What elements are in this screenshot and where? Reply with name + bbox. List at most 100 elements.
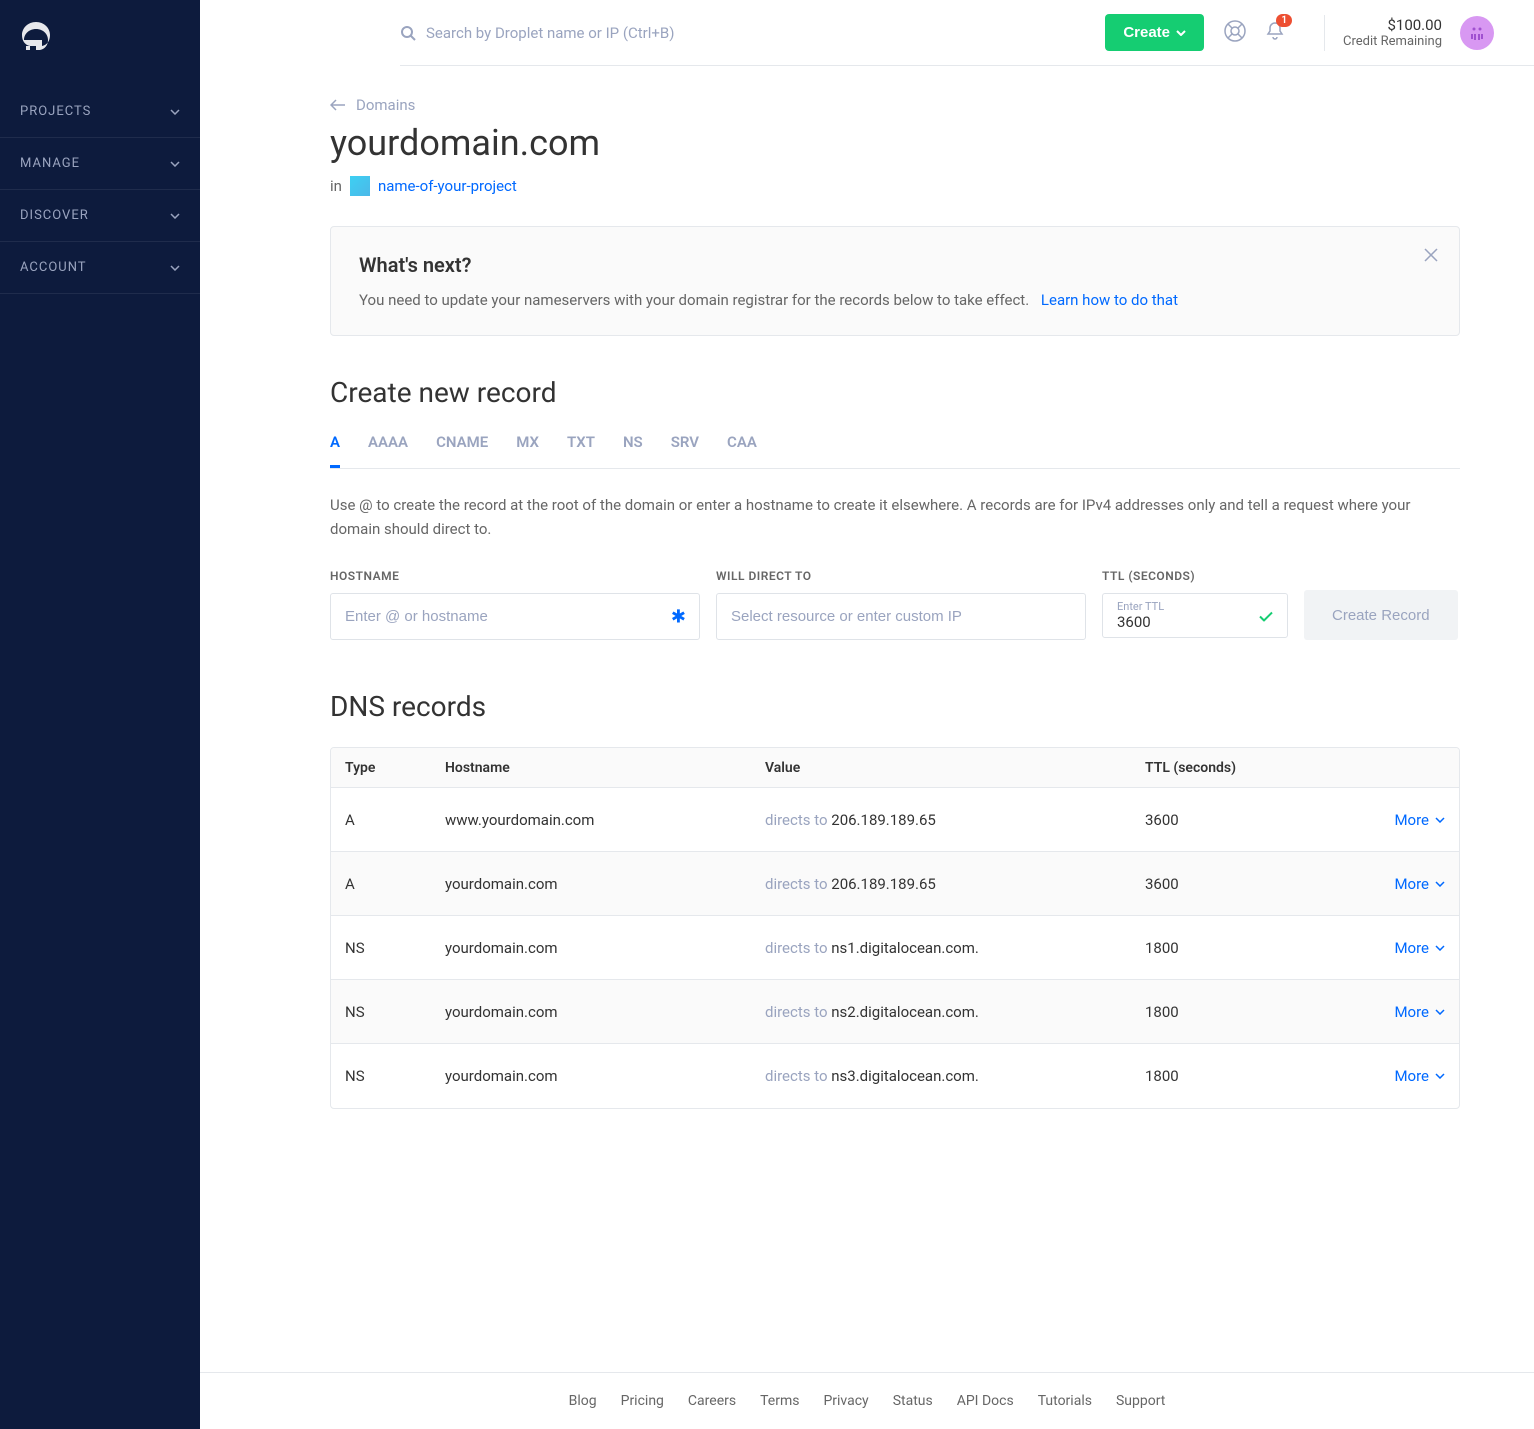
create-button[interactable]: Create [1105,14,1204,51]
chevron-down-icon [1435,817,1445,823]
direct-input[interactable] [716,593,1086,640]
asterisk-icon: ✱ [671,606,686,627]
more-button[interactable]: More [1345,875,1445,893]
notification-badge: 1 [1276,14,1292,27]
footer-link-careers[interactable]: Careers [688,1393,736,1409]
col-type: Type [345,760,445,776]
cell-ttl: 1800 [1145,939,1345,957]
tab-srv[interactable]: SRV [671,433,699,468]
breadcrumb[interactable]: Domains [330,96,1460,114]
direct-label: WILL DIRECT TO [716,569,1086,583]
cell-type: NS [345,1067,445,1085]
search-icon [400,25,416,41]
sidebar-item-projects[interactable]: PROJECTS [0,86,200,137]
sidebar-item-label: MANAGE [20,156,80,171]
col-hostname: Hostname [445,760,765,776]
cell-ttl: 3600 [1145,811,1345,829]
sidebar-item-label: PROJECTS [20,104,91,119]
sidebar-item-label: ACCOUNT [20,260,87,275]
sidebar-item-label: DISCOVER [20,208,89,223]
footer-link-tutorials[interactable]: Tutorials [1038,1393,1092,1409]
info-heading: What's next? [359,253,1431,277]
more-button[interactable]: More [1345,1067,1445,1085]
arrow-left-icon [330,99,346,111]
tab-a[interactable]: A [330,433,340,468]
info-box: What's next? You need to update your nam… [330,226,1460,336]
footer-link-api-docs[interactable]: API Docs [957,1393,1014,1409]
dns-records-title: DNS records [330,690,1460,723]
credit-display: $100.00 Credit Remaining [1343,16,1442,49]
ttl-label: TTL (SECONDS) [1102,569,1288,583]
tab-aaaa[interactable]: AAAA [368,433,408,468]
cell-type: A [345,875,445,893]
info-link[interactable]: Learn how to do that [1041,291,1178,309]
cell-ttl: 1800 [1145,1003,1345,1021]
cell-ttl: 3600 [1145,875,1345,893]
table-row: NSyourdomain.comdirects to ns2.digitaloc… [331,980,1459,1044]
search-input[interactable]: Search by Droplet name or IP (Ctrl+B) [400,24,1105,42]
credit-label: Credit Remaining [1343,34,1442,49]
info-text: You need to update your nameservers with… [359,291,1029,309]
cell-value: directs to ns2.digitalocean.com. [765,1003,1145,1021]
cell-value: directs to ns3.digitalocean.com. [765,1067,1145,1085]
chevron-down-icon [1435,1009,1445,1015]
cell-hostname: yourdomain.com [445,939,765,957]
footer-link-terms[interactable]: Terms [760,1393,799,1409]
cell-type: NS [345,1003,445,1021]
close-icon[interactable] [1423,247,1439,267]
footer-link-status[interactable]: Status [893,1393,933,1409]
page-title: yourdomain.com [330,122,1460,164]
dns-table: Type Hostname Value TTL (seconds) Awww.y… [330,747,1460,1109]
ttl-input[interactable]: Enter TTL 3600 [1102,593,1288,638]
chevron-down-icon [1176,30,1186,36]
help-icon[interactable] [1224,20,1246,46]
footer-link-blog[interactable]: Blog [569,1393,597,1409]
footer-link-pricing[interactable]: Pricing [621,1393,664,1409]
sidebar-item-account[interactable]: ACCOUNT [0,242,200,293]
col-value: Value [765,760,1145,776]
cell-value: directs to 206.189.189.65 [765,875,1145,893]
chevron-down-icon [1435,945,1445,951]
hostname-input[interactable] [330,593,700,640]
cell-hostname: yourdomain.com [445,1003,765,1021]
sidebar-item-discover[interactable]: DISCOVER [0,190,200,241]
project-link[interactable]: name-of-your-project [378,177,517,195]
cell-hostname: yourdomain.com [445,1067,765,1085]
more-button[interactable]: More [1345,811,1445,829]
breadcrumb-label: Domains [356,96,415,114]
chevron-down-icon [170,156,180,171]
hostname-label: HOSTNAME [330,569,700,583]
cell-type: A [345,811,445,829]
tab-caa[interactable]: CAA [727,433,757,468]
cell-value: directs to ns1.digitalocean.com. [765,939,1145,957]
footer-link-privacy[interactable]: Privacy [823,1393,868,1409]
table-row: NSyourdomain.comdirects to ns3.digitaloc… [331,1044,1459,1108]
avatar[interactable] [1460,16,1494,50]
logo[interactable] [0,20,200,86]
cell-value: directs to 206.189.189.65 [765,811,1145,829]
sidebar-item-manage[interactable]: MANAGE [0,138,200,189]
tab-cname[interactable]: CNAME [436,433,488,468]
table-row: NSyourdomain.comdirects to ns1.digitaloc… [331,916,1459,980]
project-icon [350,176,370,196]
create-record-button[interactable]: Create Record [1304,590,1458,640]
record-type-tabs: AAAAACNAMEMXTXTNSSRVCAA [330,433,1460,469]
tab-mx[interactable]: MX [516,433,539,468]
cell-hostname: yourdomain.com [445,875,765,893]
chevron-down-icon [170,260,180,275]
footer: Blog Pricing Careers Terms Privacy Status API … [200,1372,1534,1429]
notifications-icon[interactable]: 1 [1264,20,1286,46]
topbar: Search by Droplet name or IP (Ctrl+B) Cr… [400,0,1534,66]
footer-link-support[interactable]: Support [1116,1393,1165,1409]
tab-ns[interactable]: NS [623,433,643,468]
create-record-title: Create new record [330,376,1460,409]
tab-txt[interactable]: TXT [567,433,595,468]
more-button[interactable]: More [1345,1003,1445,1021]
credit-amount: $100.00 [1343,16,1442,34]
cell-ttl: 1800 [1145,1067,1345,1085]
col-ttl: TTL (seconds) [1145,760,1345,776]
check-icon [1259,606,1273,625]
chevron-down-icon [170,104,180,119]
divider [1324,15,1325,51]
more-button[interactable]: More [1345,939,1445,957]
